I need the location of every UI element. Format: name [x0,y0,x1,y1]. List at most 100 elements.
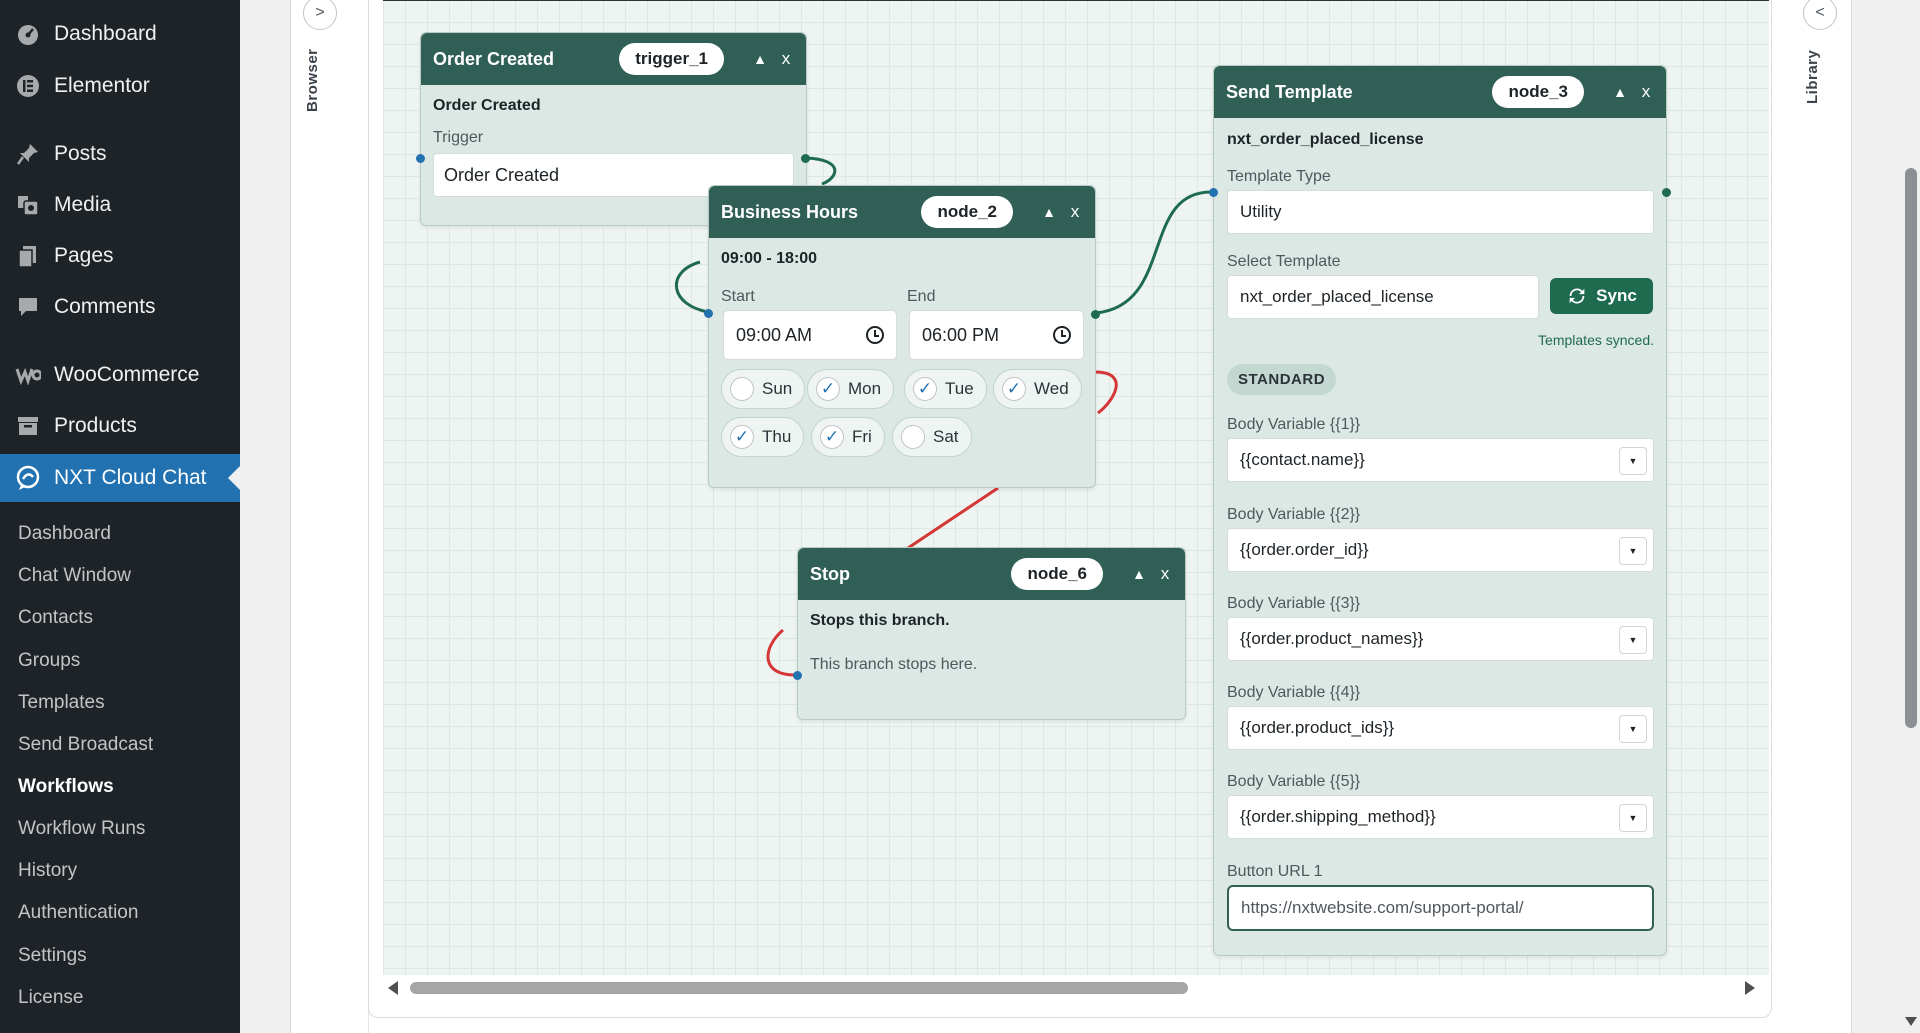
caret-down-icon[interactable]: ▼ [1619,447,1647,475]
comment-icon [14,293,42,321]
start-time-input[interactable]: 09:00 AM [723,310,897,360]
menu-posts[interactable]: Posts [0,130,240,178]
body-variable-value: {{order.order_id}} [1240,540,1369,559]
horizontal-scroll-thumb[interactable] [410,982,1188,994]
output-port[interactable] [1662,188,1671,197]
menu-dashboard[interactable]: Dashboard [0,10,240,58]
body-variable-select[interactable]: {{contact.name}} ▼ [1227,438,1654,482]
node-title: Order Created [433,48,555,69]
button-url-input[interactable]: https://nxtwebsite.com/support-portal/ [1227,885,1654,931]
collapse-icon[interactable]: ▲ [1612,84,1628,100]
body-variable-select[interactable]: {{order.shipping_method}} ▼ [1227,795,1654,839]
day-toggle-mon[interactable]: ✓ Mon [807,369,895,409]
close-icon[interactable]: x [1157,564,1173,584]
caret-down-icon[interactable]: ▼ [1619,537,1647,565]
vertical-scroll-thumb[interactable] [1905,168,1917,728]
submenu-workflows[interactable]: Workflows [18,772,114,802]
stop-note: This branch stops here. [810,656,978,673]
menu-nxt-cloud-chat[interactable]: NXT Cloud Chat [0,454,240,502]
menu-products[interactable]: Products [0,402,240,450]
caret-down-icon[interactable]: ▼ [1619,715,1647,743]
checkbox-icon[interactable] [901,425,925,449]
template-type-select[interactable]: Utility [1227,190,1654,234]
menu-comments[interactable]: Comments [0,283,240,331]
submenu-send-broadcast[interactable]: Send Broadcast [18,730,153,760]
node-send-template[interactable]: Send Template node_3 ▲ x nxt_order_place… [1209,65,1671,956]
body-variable-select[interactable]: {{order.order_id}} ▼ [1227,528,1654,572]
body-variable-label: Body Variable {{3}} [1227,595,1361,612]
close-icon[interactable]: x [1067,202,1083,222]
output-port[interactable] [801,154,810,163]
menu-media[interactable]: Media [0,181,240,229]
submenu-groups[interactable]: Groups [18,646,80,676]
node-header[interactable]: Send Template node_3 ▲ x [1214,66,1666,118]
menu-elementor[interactable]: Elementor [0,62,240,110]
dashboard-icon [14,20,42,48]
caret-down-icon[interactable]: ▼ [1619,626,1647,654]
day-toggle-thu[interactable]: ✓ Thu [721,417,805,457]
sync-button[interactable]: Sync [1550,278,1653,314]
day-toggle-tue[interactable]: ✓ Tue [904,369,987,409]
end-time-input[interactable]: 06:00 PM [909,310,1084,360]
menu-label: Elementor [54,74,150,97]
node-stop[interactable]: Stop node_6 ▲ x Stops this branch. This … [793,547,1186,720]
checkmark-icon[interactable]: ✓ [1002,377,1026,401]
true-output-port[interactable] [1091,310,1100,319]
day-toggle-sun[interactable]: Sun [721,369,806,409]
day-toggle-sat[interactable]: Sat [892,417,972,457]
node-id-badge: node_6 [1011,558,1103,590]
node-header[interactable]: Stop node_6 ▲ x [798,548,1185,600]
input-port[interactable] [1209,188,1218,197]
start-time-value: 09:00 AM [736,324,813,345]
clock-icon[interactable] [866,326,884,344]
scroll-down-arrow-icon[interactable] [1905,1017,1917,1026]
admin-sidebar: Dashboard Elementor Posts Media Pages Co… [0,0,240,1033]
input-port[interactable] [793,671,802,680]
checkmark-icon[interactable]: ✓ [820,425,844,449]
browser-rail-label[interactable]: Browser [304,48,321,112]
submenu-settings[interactable]: Settings [18,941,87,971]
library-rail-label[interactable]: Library [1804,50,1821,104]
node-id-badge: node_2 [921,196,1013,228]
scroll-left-arrow-icon[interactable] [388,981,398,995]
close-icon[interactable]: x [778,49,794,69]
day-toggle-fri[interactable]: ✓ Fri [811,417,885,457]
clock-icon[interactable] [1053,326,1071,344]
menu-label: Media [54,193,112,216]
node-header[interactable]: Business Hours node_2 ▲ x [709,186,1095,238]
pin-icon [14,140,42,168]
node-subtitle: nxt_order_placed_license [1227,131,1424,148]
checkbox-icon[interactable] [730,377,754,401]
body-variable-select[interactable]: {{order.product_ids}} ▼ [1227,706,1654,750]
collapse-icon[interactable]: ▲ [752,51,768,67]
select-template-select[interactable]: nxt_order_placed_license [1227,275,1539,319]
day-toggle-wed[interactable]: ✓ Wed [993,369,1082,409]
node-business-hours[interactable]: Business Hours node_2 ▲ x 09:00 - 18:00 … [704,185,1100,488]
body-variable-value: {{contact.name}} [1240,450,1365,469]
submenu-workflow-runs[interactable]: Workflow Runs [18,814,145,844]
submenu-dashboard[interactable]: Dashboard [18,519,111,549]
close-icon[interactable]: x [1638,82,1654,102]
body-variable-select[interactable]: {{order.product_names}} ▼ [1227,617,1654,661]
submenu-chat-window[interactable]: Chat Window [18,561,131,591]
submenu-contacts[interactable]: Contacts [18,603,93,633]
day-label: Mon [848,379,882,398]
body-variable-label: Body Variable {{4}} [1227,684,1361,701]
collapse-icon[interactable]: ▲ [1041,204,1057,220]
scroll-right-arrow-icon[interactable] [1745,981,1755,995]
submenu-authentication[interactable]: Authentication [18,898,138,928]
menu-pages[interactable]: Pages [0,232,240,280]
checkmark-icon[interactable]: ✓ [913,377,937,401]
input-port[interactable] [704,309,713,318]
submenu-license[interactable]: License [18,983,84,1013]
submenu-history[interactable]: History [18,856,77,886]
node-header[interactable]: Order Created trigger_1 ▲ x [421,33,806,85]
sync-label: Sync [1596,286,1637,305]
submenu-templates[interactable]: Templates [18,688,105,718]
checkmark-icon[interactable]: ✓ [730,425,754,449]
collapse-icon[interactable]: ▲ [1131,566,1147,582]
checkmark-icon[interactable]: ✓ [816,377,840,401]
input-port[interactable] [416,154,425,163]
caret-down-icon[interactable]: ▼ [1619,804,1647,832]
menu-woocommerce[interactable]: WooCommerce [0,351,240,399]
